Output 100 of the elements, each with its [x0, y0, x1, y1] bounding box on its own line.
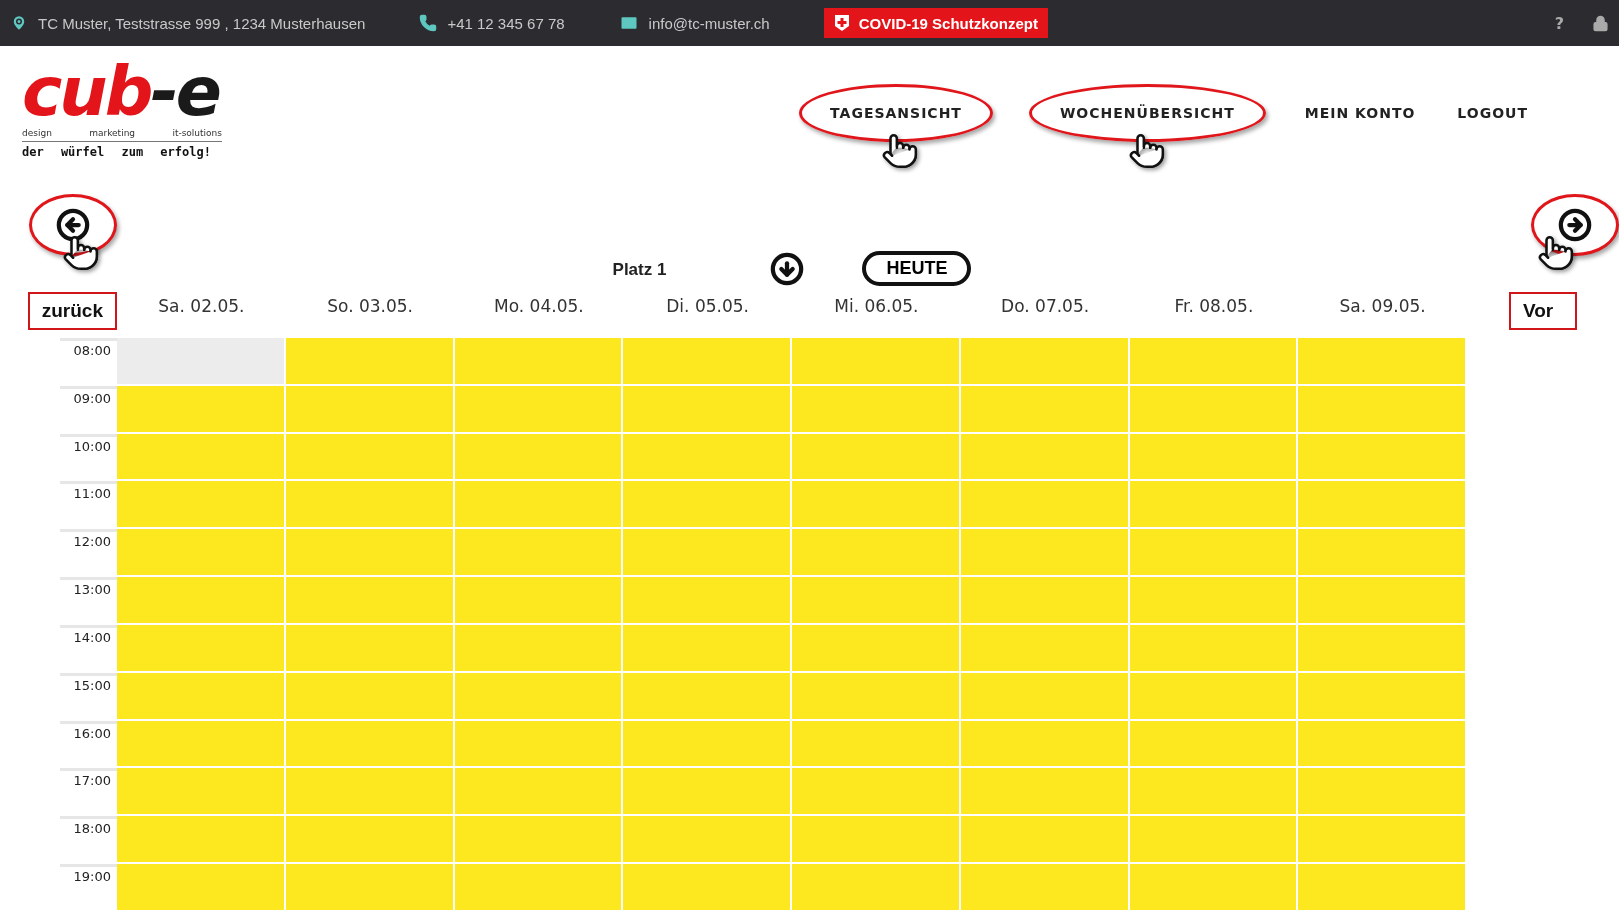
time-slot[interactable] — [117, 816, 286, 865]
time-slot[interactable] — [1129, 577, 1299, 625]
time-slot[interactable] — [285, 385, 455, 434]
time-slot[interactable] — [792, 433, 961, 482]
time-slot[interactable] — [792, 864, 961, 912]
time-slot[interactable] — [117, 529, 286, 578]
time-slot[interactable] — [792, 672, 961, 721]
time-slot[interactable] — [792, 577, 961, 625]
time-slot[interactable] — [960, 529, 1130, 578]
time-slot[interactable] — [960, 816, 1130, 865]
time-slot[interactable] — [117, 433, 286, 482]
time-slot[interactable] — [1129, 720, 1299, 769]
time-slot[interactable] — [285, 481, 455, 530]
lock-icon[interactable] — [1592, 14, 1609, 32]
time-slot[interactable] — [1129, 338, 1299, 386]
time-slot[interactable] — [792, 385, 961, 434]
time-slot[interactable] — [1298, 768, 1467, 817]
phone-link[interactable]: +41 12 345 67 78 — [447, 14, 565, 32]
time-slot[interactable] — [623, 625, 792, 673]
time-slot[interactable] — [285, 433, 455, 482]
time-slot[interactable] — [285, 768, 455, 817]
time-slot[interactable] — [454, 625, 624, 673]
time-slot[interactable] — [454, 816, 624, 865]
time-slot[interactable] — [960, 338, 1130, 386]
time-slot[interactable] — [960, 720, 1130, 769]
time-slot[interactable] — [623, 720, 792, 769]
time-slot[interactable] — [792, 720, 961, 769]
previous-week-button[interactable] — [29, 194, 117, 256]
time-slot[interactable] — [1129, 529, 1299, 578]
time-slot[interactable] — [623, 864, 792, 912]
time-slot[interactable] — [285, 720, 455, 769]
time-slot[interactable] — [117, 625, 286, 673]
time-slot[interactable] — [1298, 577, 1467, 625]
time-slot[interactable] — [285, 672, 455, 721]
time-slot[interactable] — [285, 625, 455, 673]
time-slot[interactable] — [960, 577, 1130, 625]
time-slot[interactable] — [1129, 625, 1299, 673]
nav-link[interactable]: LOGOUT — [1454, 84, 1531, 142]
time-slot[interactable] — [117, 385, 286, 434]
today-button[interactable]: HEUTE — [862, 251, 972, 286]
time-slot[interactable] — [454, 768, 624, 817]
time-slot[interactable] — [1129, 481, 1299, 530]
time-slot[interactable] — [792, 338, 961, 386]
time-slot[interactable] — [623, 768, 792, 817]
time-slot[interactable] — [623, 816, 792, 865]
time-slot[interactable] — [454, 385, 624, 434]
time-slot[interactable] — [623, 385, 792, 434]
time-slot[interactable] — [1298, 529, 1467, 578]
time-slot[interactable] — [960, 433, 1130, 482]
time-slot[interactable] — [454, 672, 624, 721]
time-slot[interactable] — [1129, 385, 1299, 434]
time-slot[interactable] — [623, 338, 792, 386]
time-slot[interactable] — [1298, 672, 1467, 721]
time-slot[interactable] — [792, 768, 961, 817]
time-slot[interactable] — [454, 481, 624, 530]
time-slot[interactable] — [623, 672, 792, 721]
time-slot[interactable] — [960, 768, 1130, 817]
time-slot[interactable] — [285, 338, 455, 386]
time-slot[interactable] — [960, 385, 1130, 434]
time-slot[interactable] — [117, 720, 286, 769]
time-slot[interactable] — [792, 625, 961, 673]
time-slot[interactable] — [1298, 720, 1467, 769]
time-slot[interactable] — [117, 338, 286, 386]
time-slot[interactable] — [1298, 625, 1467, 673]
covid-button[interactable]: COVID-19 Schutzkonzept — [823, 8, 1048, 38]
time-slot[interactable] — [960, 481, 1130, 530]
download-icon[interactable] — [770, 252, 805, 286]
time-slot[interactable] — [1129, 864, 1299, 912]
time-slot[interactable] — [1129, 672, 1299, 721]
time-slot[interactable] — [792, 529, 961, 578]
help-link[interactable]: ? — [1554, 13, 1564, 33]
logo[interactable]: cub-e — [22, 60, 222, 124]
time-slot[interactable] — [1298, 338, 1467, 386]
time-slot[interactable] — [117, 481, 286, 530]
time-slot[interactable] — [960, 672, 1130, 721]
time-slot[interactable] — [1129, 816, 1299, 865]
time-slot[interactable] — [1298, 433, 1467, 482]
time-slot[interactable] — [960, 864, 1130, 912]
time-slot[interactable] — [117, 672, 286, 721]
time-slot[interactable] — [1298, 385, 1467, 434]
time-slot[interactable] — [1129, 433, 1299, 482]
time-slot[interactable] — [792, 481, 961, 530]
time-slot[interactable] — [792, 816, 961, 865]
email-link[interactable]: info@tc-muster.ch — [648, 14, 770, 32]
time-slot[interactable] — [960, 625, 1130, 673]
time-slot[interactable] — [285, 816, 455, 865]
time-slot[interactable] — [454, 577, 624, 625]
time-slot[interactable] — [623, 433, 792, 482]
time-slot[interactable] — [1298, 816, 1467, 865]
time-slot[interactable] — [285, 529, 455, 578]
time-slot[interactable] — [454, 864, 624, 912]
time-slot[interactable] — [117, 864, 286, 912]
time-slot[interactable] — [623, 529, 792, 578]
time-slot[interactable] — [623, 481, 792, 530]
time-slot[interactable] — [1298, 864, 1467, 912]
time-slot[interactable] — [623, 577, 792, 625]
time-slot[interactable] — [1129, 768, 1299, 817]
time-slot[interactable] — [454, 529, 624, 578]
nav-link[interactable]: MEIN KONTO — [1301, 84, 1419, 142]
time-slot[interactable] — [285, 864, 455, 912]
